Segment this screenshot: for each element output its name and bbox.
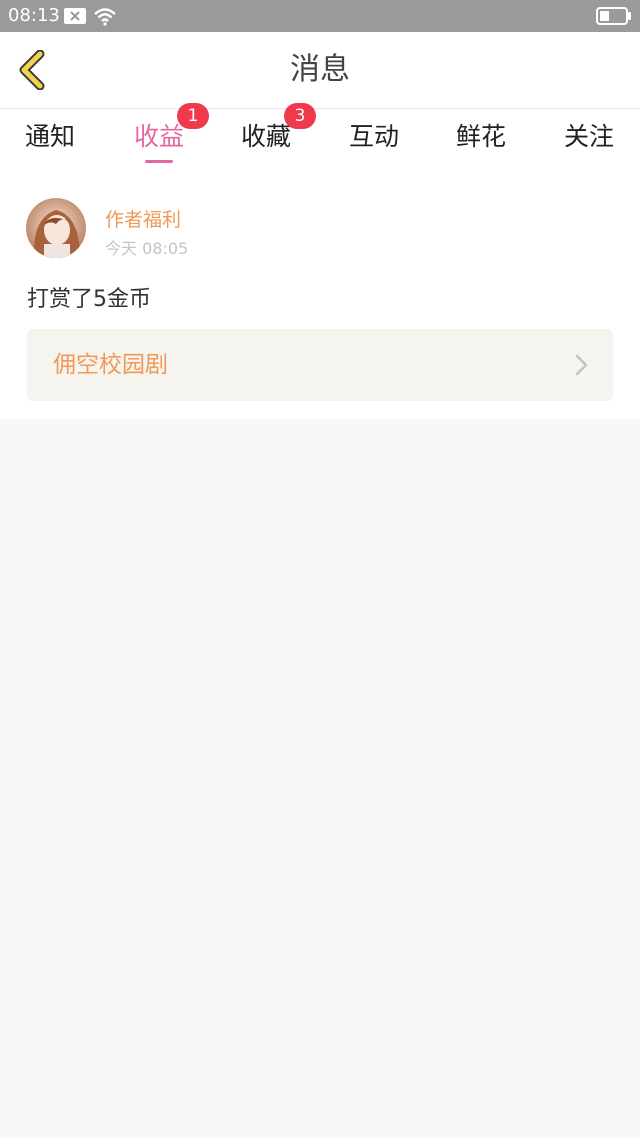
active-tab-indicator	[145, 160, 173, 163]
story-title: 佣空校园剧	[53, 352, 168, 378]
battery-icon	[596, 7, 631, 25]
sender-name[interactable]: 作者福利	[105, 205, 181, 232]
back-arrow-icon[interactable]	[14, 50, 54, 90]
tab-following[interactable]: 关注	[539, 109, 639, 171]
notification-icon	[64, 8, 86, 24]
avatar[interactable]	[26, 198, 86, 258]
tab-flowers[interactable]: 鲜花	[431, 109, 531, 171]
tab-notifications[interactable]: 通知	[0, 109, 100, 171]
tab-bar: 通知 收益 1 收藏 3 互动 鲜花 关注	[0, 103, 640, 171]
tab-interactions[interactable]: 互动	[324, 109, 424, 171]
tab-label: 关注	[563, 122, 614, 151]
chevron-right-icon	[575, 354, 588, 376]
status-bar: 08:13	[0, 0, 640, 32]
tab-label: 收益	[133, 122, 184, 151]
message-time: 今天 08:05	[105, 239, 189, 258]
avatar-image	[26, 198, 86, 258]
story-link[interactable]: 佣空校园剧	[27, 329, 613, 401]
status-time: 08:13	[8, 5, 60, 26]
unread-badge: 3	[284, 103, 316, 129]
tab-label: 鲜花	[455, 122, 506, 151]
message-card: 作者福利 今天 08:05 打赏了5金币 佣空校园剧	[0, 171, 640, 419]
tab-label: 互动	[348, 122, 399, 151]
app-header: 消息	[0, 32, 640, 109]
wifi-icon	[94, 8, 116, 26]
message-body: 打赏了5金币	[27, 287, 151, 312]
tab-label: 通知	[24, 122, 75, 151]
tab-favorites[interactable]: 收藏 3	[216, 103, 316, 171]
tab-label: 收藏	[240, 122, 291, 151]
tab-earnings[interactable]: 收益 1	[109, 103, 209, 171]
unread-badge: 1	[177, 103, 209, 129]
page-title: 消息	[290, 52, 350, 87]
